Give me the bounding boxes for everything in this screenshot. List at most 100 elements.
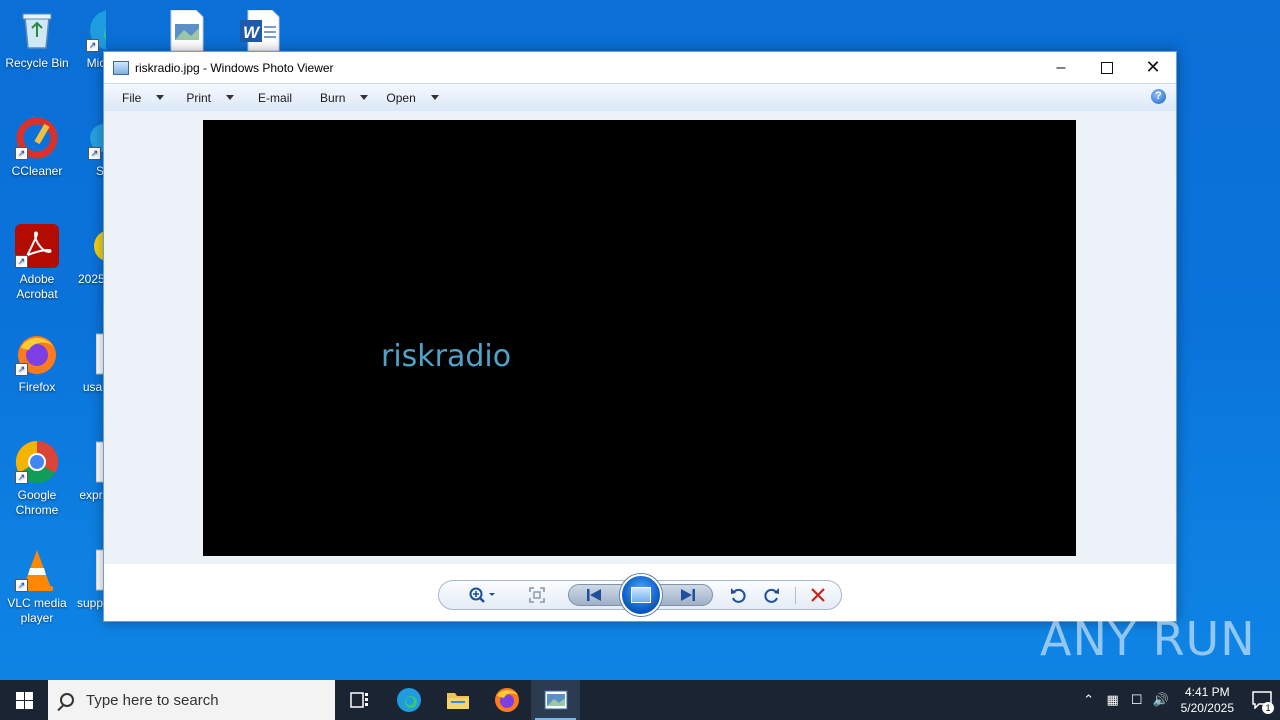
shortcut-arrow-icon: ↗ [88, 147, 101, 160]
separator [795, 587, 796, 604]
anyrun-watermark: ANY RUN [1040, 612, 1256, 666]
desktop-icon-google-chrome[interactable]: ↗ Google Chrome [3, 440, 71, 518]
task-view-button[interactable] [335, 680, 384, 720]
desktop-icon-firefox[interactable]: ↗ Firefox [3, 332, 71, 395]
help-icon[interactable]: ? [1151, 89, 1166, 104]
maximize-icon [1101, 61, 1113, 74]
desktop-icon-word-doc[interactable]: W [240, 9, 280, 56]
recycle-bin-icon [15, 8, 59, 52]
volume-icon[interactable]: 🔊 [1149, 692, 1173, 708]
desktop-icon-expr[interactable]: expr [79, 440, 103, 503]
chevron-down-icon [430, 95, 439, 100]
menu-file[interactable]: File [113, 91, 173, 105]
desktop-icon-label: Firefox [18, 380, 56, 394]
start-button[interactable] [0, 680, 48, 720]
next-icon [681, 589, 695, 601]
playback-controls [438, 574, 842, 616]
search-icon [60, 693, 74, 707]
rotate-cw-icon [764, 588, 779, 603]
desktop-icon-usa[interactable]: usa [82, 332, 103, 395]
desktop-icon-label: CCleaner [11, 164, 63, 178]
shortcut-arrow-icon: ↗ [15, 255, 28, 268]
photo-viewer-window: riskradio.jpg - Windows Photo Viewer – ✕… [103, 51, 1177, 622]
edge-icon: ↗ [86, 8, 106, 52]
emoji-icon [88, 224, 103, 268]
control-strip [104, 564, 1176, 621]
file-icon [95, 548, 103, 592]
delete-button[interactable] [805, 581, 831, 609]
desktop-icon-label: 2025 [78, 272, 103, 286]
desktop-icon-vlc[interactable]: ↗ VLC media player [3, 548, 71, 626]
desktop-icon-label: usa [82, 380, 103, 394]
close-button[interactable]: ✕ [1130, 52, 1176, 83]
adobe-acrobat-icon: ↗ [15, 224, 59, 268]
network-drive-icon[interactable]: ▦ [1101, 692, 1125, 708]
desktop-icon-supp[interactable]: supp [77, 548, 103, 611]
desktop-icon-edge[interactable]: ↗ Mic [76, 8, 106, 71]
previous-button[interactable] [581, 581, 607, 609]
menu-print[interactable]: Print [177, 91, 243, 105]
maximize-button[interactable] [1084, 52, 1130, 83]
zoom-button[interactable] [463, 581, 503, 609]
desktop-icon-adobe-acrobat[interactable]: ↗ Adobe Acrobat [3, 224, 71, 302]
desktop-icon-label: supp [77, 596, 103, 610]
minimize-button[interactable]: – [1038, 52, 1084, 83]
file-icon [95, 440, 103, 484]
desktop-icon-label: Recycle Bin [5, 56, 69, 70]
menu-email-label: E-mail [258, 90, 293, 105]
photo-viewer-icon [544, 690, 567, 710]
menu-file-label: File [122, 90, 142, 105]
menu-open-label: Open [386, 90, 416, 105]
image-viewer-area: riskradio [104, 111, 1176, 564]
notification-center-button[interactable]: 1 [1244, 680, 1280, 720]
rotate-clockwise-button[interactable] [759, 581, 785, 609]
zoom-icon [469, 587, 495, 603]
menu-burn-label: Burn [320, 90, 346, 105]
taskbar-search-box[interactable]: Type here to search [48, 680, 335, 720]
rotate-counterclockwise-button[interactable] [725, 581, 751, 609]
task-view-icon [349, 692, 368, 708]
chevron-up-icon[interactable]: ⌃ [1077, 692, 1101, 708]
taskbar-photo-viewer[interactable] [531, 680, 580, 720]
shortcut-arrow-icon: ↗ [15, 471, 28, 484]
chrome-icon: ↗ [15, 440, 59, 484]
network-icon[interactable]: ☐ [1125, 692, 1149, 708]
menu-print-label: Print [186, 90, 212, 105]
desktop-icon-label: Adobe Acrobat [16, 272, 58, 301]
taskbar-file-explorer[interactable] [433, 680, 482, 720]
actual-size-button[interactable] [523, 581, 551, 609]
fit-window-icon [529, 587, 545, 603]
shortcut-arrow-icon: ↗ [15, 363, 28, 376]
menu-open[interactable]: Open [377, 91, 447, 105]
minimize-icon: – [1056, 58, 1066, 76]
desktop-icon-s[interactable]: ↗ S [88, 116, 103, 179]
desktop-icon-2025[interactable]: 2025 [78, 224, 103, 287]
file-icon [95, 332, 103, 376]
clock[interactable]: 4:41 PM 5/20/2025 [1181, 684, 1234, 716]
system-tray: ⌃ ▦ ☐ 🔊 4:41 PM 5/20/2025 1 [1077, 680, 1280, 720]
photo-viewer-app-icon [113, 60, 129, 75]
search-placeholder: Type here to search [86, 691, 219, 709]
desktop-icon-image-file[interactable] [170, 9, 204, 56]
shortcut-arrow-icon: ↗ [86, 39, 99, 52]
next-button[interactable] [675, 581, 701, 609]
desktop-icon-recycle-bin[interactable]: Recycle Bin [3, 8, 71, 71]
delete-icon [811, 588, 825, 602]
rotate-ccw-icon [731, 588, 746, 603]
desktop-icon-ccleaner[interactable]: ↗ CCleaner [3, 116, 71, 179]
window-title: riskradio.jpg - Windows Photo Viewer [135, 60, 334, 75]
word-doc-icon: W [240, 9, 280, 52]
play-slideshow-button[interactable] [620, 574, 662, 616]
menu-email[interactable]: E-mail [249, 91, 301, 105]
menu-burn[interactable]: Burn [311, 91, 377, 105]
clock-time: 4:41 PM [1184, 685, 1230, 699]
taskbar-edge[interactable] [384, 680, 433, 720]
title-bar[interactable]: riskradio.jpg - Windows Photo Viewer – ✕ [104, 52, 1176, 83]
ccleaner-icon: ↗ [15, 116, 59, 160]
taskbar-firefox[interactable] [482, 680, 531, 720]
notification-count: 1 [1262, 702, 1274, 714]
windows-logo-icon [15, 691, 33, 709]
close-icon: ✕ [1145, 57, 1161, 77]
displayed-photo: riskradio [203, 120, 1076, 556]
desktop-icon-label: S [96, 164, 103, 178]
